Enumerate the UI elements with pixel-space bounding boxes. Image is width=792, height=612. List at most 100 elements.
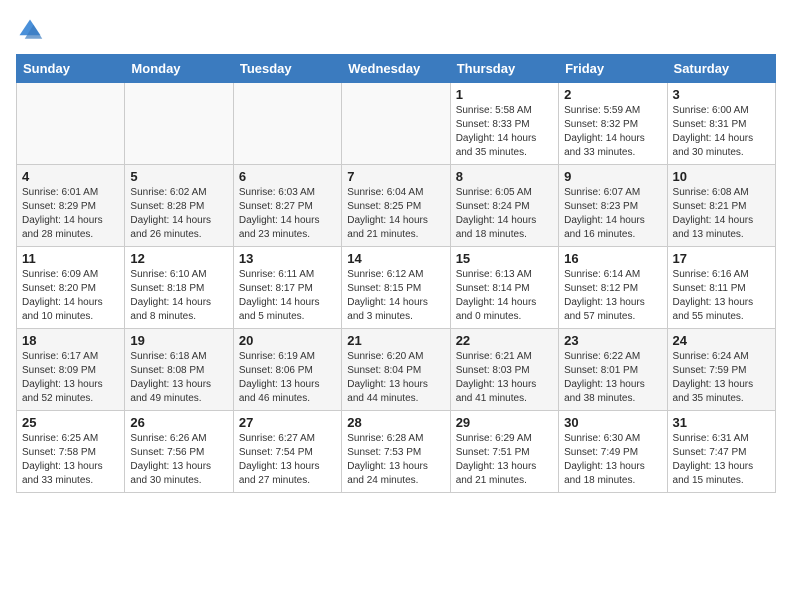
calendar-week-1: 1 Sunrise: 5:58 AM Sunset: 8:33 PM Daylig… xyxy=(17,83,776,165)
day-number: 4 xyxy=(22,169,119,184)
calendar-cell: 21 Sunrise: 6:20 AM Sunset: 8:04 PM Dayli… xyxy=(342,329,450,411)
calendar-cell: 27 Sunrise: 6:27 AM Sunset: 7:54 PM Dayli… xyxy=(233,411,341,493)
calendar-cell: 5 Sunrise: 6:02 AM Sunset: 8:28 PM Daylig… xyxy=(125,165,233,247)
day-number: 12 xyxy=(130,251,227,266)
day-info: Sunrise: 6:11 AM Sunset: 8:17 PM Dayligh… xyxy=(239,268,336,324)
day-number: 20 xyxy=(239,333,336,348)
day-number: 29 xyxy=(456,415,553,430)
calendar-cell: 25Sunrise: 6:25 AM Sunset: 7:58 PM Dayli… xyxy=(17,411,125,493)
day-number: 23 xyxy=(564,333,661,348)
calendar-cell: 22 Sunrise: 6:21 AM Sunset: 8:03 PM Dayli… xyxy=(450,329,558,411)
calendar-cell xyxy=(125,83,233,165)
calendar-header-friday: Friday xyxy=(559,55,667,83)
calendar-cell: 23 Sunrise: 6:22 AM Sunset: 8:01 PM Dayli… xyxy=(559,329,667,411)
calendar-cell: 1 Sunrise: 5:58 AM Sunset: 8:33 PM Daylig… xyxy=(450,83,558,165)
calendar-cell xyxy=(17,83,125,165)
day-number: 24 xyxy=(673,333,770,348)
calendar-header-sunday: Sunday xyxy=(17,55,125,83)
calendar-cell: 18 Sunrise: 6:17 AM Sunset: 8:09 PM Dayli… xyxy=(17,329,125,411)
calendar-cell: 3 Sunrise: 6:00 AM Sunset: 8:31 PM Daylig… xyxy=(667,83,775,165)
day-info: Sunrise: 6:13 AM Sunset: 8:14 PM Dayligh… xyxy=(456,268,553,324)
day-info: Sunrise: 6:17 AM Sunset: 8:09 PM Dayligh… xyxy=(22,350,119,406)
day-info: Sunrise: 6:22 AM Sunset: 8:01 PM Dayligh… xyxy=(564,350,661,406)
day-number: 1 xyxy=(456,87,553,102)
day-info: Sunrise: 6:20 AM Sunset: 8:04 PM Dayligh… xyxy=(347,350,444,406)
logo-icon xyxy=(16,16,44,44)
day-number: 8 xyxy=(456,169,553,184)
calendar-cell: 4Sunrise: 6:01 AM Sunset: 8:29 PM Daylig… xyxy=(17,165,125,247)
day-number: 17 xyxy=(673,251,770,266)
calendar-cell: 26 Sunrise: 6:26 AM Sunset: 7:56 PM Dayli… xyxy=(125,411,233,493)
day-number: 9 xyxy=(564,169,661,184)
day-info: Sunrise: 6:07 AM Sunset: 8:23 PM Dayligh… xyxy=(564,186,661,242)
day-number: 25 xyxy=(22,415,119,430)
day-number: 21 xyxy=(347,333,444,348)
day-info: Sunrise: 6:08 AM Sunset: 8:21 PM Dayligh… xyxy=(673,186,770,242)
day-number: 15 xyxy=(456,251,553,266)
day-info: Sunrise: 6:21 AM Sunset: 8:03 PM Dayligh… xyxy=(456,350,553,406)
day-info: Sunrise: 6:03 AM Sunset: 8:27 PM Dayligh… xyxy=(239,186,336,242)
calendar-cell: 30 Sunrise: 6:30 AM Sunset: 7:49 PM Dayli… xyxy=(559,411,667,493)
calendar-cell: 16Sunrise: 6:14 AM Sunset: 8:12 PM Dayli… xyxy=(559,247,667,329)
calendar-cell: 28 Sunrise: 6:28 AM Sunset: 7:53 PM Dayli… xyxy=(342,411,450,493)
day-info: Sunrise: 6:18 AM Sunset: 8:08 PM Dayligh… xyxy=(130,350,227,406)
page-header xyxy=(16,16,776,44)
calendar-cell: 31Sunrise: 6:31 AM Sunset: 7:47 PM Dayli… xyxy=(667,411,775,493)
calendar-cell: 20 Sunrise: 6:19 AM Sunset: 8:06 PM Dayli… xyxy=(233,329,341,411)
day-info: Sunrise: 6:26 AM Sunset: 7:56 PM Dayligh… xyxy=(130,432,227,488)
day-number: 22 xyxy=(456,333,553,348)
calendar-week-5: 25Sunrise: 6:25 AM Sunset: 7:58 PM Dayli… xyxy=(17,411,776,493)
day-number: 7 xyxy=(347,169,444,184)
day-info: Sunrise: 6:19 AM Sunset: 8:06 PM Dayligh… xyxy=(239,350,336,406)
calendar-cell: 10 Sunrise: 6:08 AM Sunset: 8:21 PM Dayli… xyxy=(667,165,775,247)
calendar-header-row: SundayMondayTuesdayWednesdayThursdayFrid… xyxy=(17,55,776,83)
day-number: 5 xyxy=(130,169,227,184)
calendar-cell: 9 Sunrise: 6:07 AM Sunset: 8:23 PM Daylig… xyxy=(559,165,667,247)
day-number: 3 xyxy=(673,87,770,102)
calendar-cell: 17 Sunrise: 6:16 AM Sunset: 8:11 PM Dayli… xyxy=(667,247,775,329)
day-number: 10 xyxy=(673,169,770,184)
day-info: Sunrise: 6:04 AM Sunset: 8:25 PM Dayligh… xyxy=(347,186,444,242)
calendar-cell: 19Sunrise: 6:18 AM Sunset: 8:08 PM Dayli… xyxy=(125,329,233,411)
calendar-cell: 8 Sunrise: 6:05 AM Sunset: 8:24 PM Daylig… xyxy=(450,165,558,247)
calendar-cell: 7 Sunrise: 6:04 AM Sunset: 8:25 PM Daylig… xyxy=(342,165,450,247)
calendar-header-thursday: Thursday xyxy=(450,55,558,83)
day-info: Sunrise: 5:59 AM Sunset: 8:32 PM Dayligh… xyxy=(564,104,661,160)
calendar-cell: 24Sunrise: 6:24 AM Sunset: 7:59 PM Dayli… xyxy=(667,329,775,411)
calendar-cell: 13 Sunrise: 6:11 AM Sunset: 8:17 PM Dayli… xyxy=(233,247,341,329)
calendar-header-saturday: Saturday xyxy=(667,55,775,83)
calendar-week-4: 18 Sunrise: 6:17 AM Sunset: 8:09 PM Dayli… xyxy=(17,329,776,411)
day-info: Sunrise: 6:00 AM Sunset: 8:31 PM Dayligh… xyxy=(673,104,770,160)
day-info: Sunrise: 6:27 AM Sunset: 7:54 PM Dayligh… xyxy=(239,432,336,488)
day-info: Sunrise: 6:28 AM Sunset: 7:53 PM Dayligh… xyxy=(347,432,444,488)
day-info: Sunrise: 6:02 AM Sunset: 8:28 PM Dayligh… xyxy=(130,186,227,242)
calendar: SundayMondayTuesdayWednesdayThursdayFrid… xyxy=(16,54,776,493)
day-number: 6 xyxy=(239,169,336,184)
calendar-cell xyxy=(342,83,450,165)
day-info: Sunrise: 6:05 AM Sunset: 8:24 PM Dayligh… xyxy=(456,186,553,242)
day-number: 27 xyxy=(239,415,336,430)
day-number: 13 xyxy=(239,251,336,266)
calendar-header-wednesday: Wednesday xyxy=(342,55,450,83)
day-info: Sunrise: 6:14 AM Sunset: 8:12 PM Dayligh… xyxy=(564,268,661,324)
day-info: Sunrise: 6:30 AM Sunset: 7:49 PM Dayligh… xyxy=(564,432,661,488)
calendar-header-monday: Monday xyxy=(125,55,233,83)
day-number: 14 xyxy=(347,251,444,266)
day-info: Sunrise: 6:16 AM Sunset: 8:11 PM Dayligh… xyxy=(673,268,770,324)
calendar-header-tuesday: Tuesday xyxy=(233,55,341,83)
day-number: 18 xyxy=(22,333,119,348)
day-info: Sunrise: 6:09 AM Sunset: 8:20 PM Dayligh… xyxy=(22,268,119,324)
logo xyxy=(16,16,48,44)
day-info: Sunrise: 6:31 AM Sunset: 7:47 PM Dayligh… xyxy=(673,432,770,488)
calendar-cell: 6 Sunrise: 6:03 AM Sunset: 8:27 PM Daylig… xyxy=(233,165,341,247)
calendar-cell: 15 Sunrise: 6:13 AM Sunset: 8:14 PM Dayli… xyxy=(450,247,558,329)
day-number: 30 xyxy=(564,415,661,430)
calendar-body: 1 Sunrise: 5:58 AM Sunset: 8:33 PM Daylig… xyxy=(17,83,776,493)
day-number: 26 xyxy=(130,415,227,430)
day-info: Sunrise: 5:58 AM Sunset: 8:33 PM Dayligh… xyxy=(456,104,553,160)
day-info: Sunrise: 6:29 AM Sunset: 7:51 PM Dayligh… xyxy=(456,432,553,488)
calendar-cell: 11Sunrise: 6:09 AM Sunset: 8:20 PM Dayli… xyxy=(17,247,125,329)
day-number: 28 xyxy=(347,415,444,430)
day-info: Sunrise: 6:10 AM Sunset: 8:18 PM Dayligh… xyxy=(130,268,227,324)
calendar-cell: 29 Sunrise: 6:29 AM Sunset: 7:51 PM Dayli… xyxy=(450,411,558,493)
